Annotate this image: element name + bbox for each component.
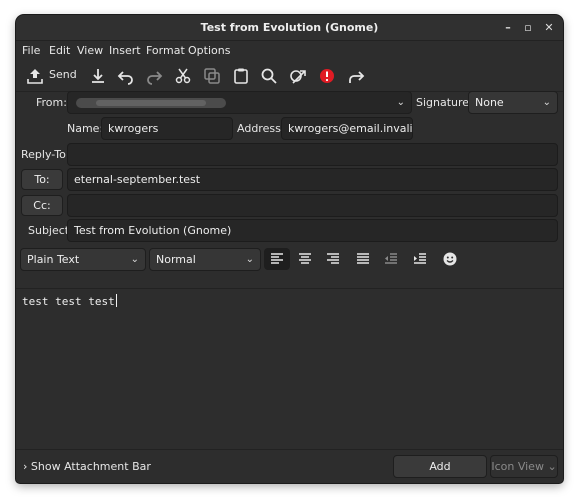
to-field[interactable]: eternal-september.test (67, 168, 558, 191)
name-label: Name: (67, 122, 104, 135)
priority-icon[interactable] (316, 65, 338, 87)
to-button[interactable]: To: (21, 169, 63, 190)
paste-icon[interactable] (230, 65, 252, 87)
chevron-down-icon: ⌄ (245, 254, 254, 265)
spell-check-icon[interactable] (287, 65, 309, 87)
chevron-right-icon: › (23, 460, 28, 473)
forward-icon[interactable] (345, 65, 367, 87)
cc-field[interactable] (67, 194, 558, 217)
send-button[interactable]: Send (49, 68, 77, 81)
icon-view-button[interactable]: Icon View ⌄ (490, 455, 558, 478)
minimize-button[interactable]: – (498, 15, 518, 40)
subject-field[interactable]: Test from Evolution (Gnome) (67, 219, 558, 242)
show-attachment-bar-toggle[interactable]: › Show Attachment Bar (23, 460, 151, 473)
composer-window: Test from Evolution (Gnome) – ▫ ✕ File E… (16, 15, 563, 483)
editor-mode-combo[interactable]: Plain Text ⌄ (20, 248, 146, 271)
toolbar: Send (16, 61, 563, 92)
reply-to-label: Reply-To: (21, 148, 70, 161)
message-body-text: test test test (22, 294, 117, 308)
maximize-button[interactable]: ▫ (518, 15, 538, 40)
cc-button[interactable]: Cc: (21, 195, 63, 216)
copy-icon[interactable] (201, 65, 223, 87)
align-center-icon[interactable] (292, 248, 318, 270)
message-body-editor[interactable]: test test test (16, 288, 563, 449)
signature-combo[interactable]: None ⌄ (468, 91, 558, 114)
signature-label: Signature: (416, 96, 473, 109)
chevron-down-icon: ⌄ (542, 97, 551, 108)
chevron-down-icon: ⌄ (547, 460, 557, 473)
icon-view-label: Icon View (491, 460, 544, 473)
menu-view[interactable]: View (77, 44, 103, 57)
align-right-icon[interactable] (320, 248, 346, 270)
menu-file[interactable]: File (22, 44, 40, 57)
menu-edit[interactable]: Edit (49, 44, 70, 57)
address-field[interactable]: kwrogers@email.invalid (281, 117, 413, 140)
text-caret (115, 294, 117, 307)
menu-insert[interactable]: Insert (109, 44, 141, 57)
menu-options[interactable]: Options (188, 44, 230, 57)
cut-icon[interactable] (172, 65, 194, 87)
window-title: Test from Evolution (Gnome) (200, 21, 379, 34)
increase-indent-icon[interactable] (407, 248, 433, 270)
name-field[interactable]: kwrogers (101, 117, 233, 140)
undo-icon[interactable] (115, 65, 137, 87)
address-label: Address: (237, 122, 285, 135)
from-combo[interactable]: ⌄ (67, 91, 412, 114)
attachment-bar: › Show Attachment Bar Add Attachment… Ic… (16, 449, 563, 483)
align-left-icon[interactable] (264, 248, 290, 270)
send-icon[interactable] (24, 65, 46, 87)
chevron-down-icon: ⌄ (396, 97, 405, 108)
chevron-down-icon: ⌄ (130, 254, 139, 265)
add-attachment-button[interactable]: Add Attachment… (393, 455, 487, 483)
search-icon[interactable] (258, 65, 280, 87)
paragraph-style-value: Normal (156, 253, 196, 266)
close-button[interactable]: ✕ (539, 15, 559, 40)
menu-bar: File Edit View Insert Format Options (16, 41, 563, 61)
save-draft-icon[interactable] (87, 65, 109, 87)
show-attachment-bar-label: Show Attachment Bar (30, 460, 151, 473)
emoji-icon[interactable] (437, 248, 463, 270)
decrease-indent-icon[interactable] (378, 248, 404, 270)
paragraph-style-combo[interactable]: Normal ⌄ (149, 248, 261, 271)
redo-icon[interactable] (143, 65, 165, 87)
editor-mode-value: Plain Text (27, 253, 80, 266)
justify-icon[interactable] (350, 248, 376, 270)
from-label: From: (36, 96, 67, 109)
blurred-from-address (76, 98, 226, 108)
signature-value: None (475, 96, 504, 109)
reply-to-field[interactable] (67, 143, 558, 166)
title-bar: Test from Evolution (Gnome) – ▫ ✕ (16, 15, 563, 41)
menu-format[interactable]: Format (146, 44, 185, 57)
